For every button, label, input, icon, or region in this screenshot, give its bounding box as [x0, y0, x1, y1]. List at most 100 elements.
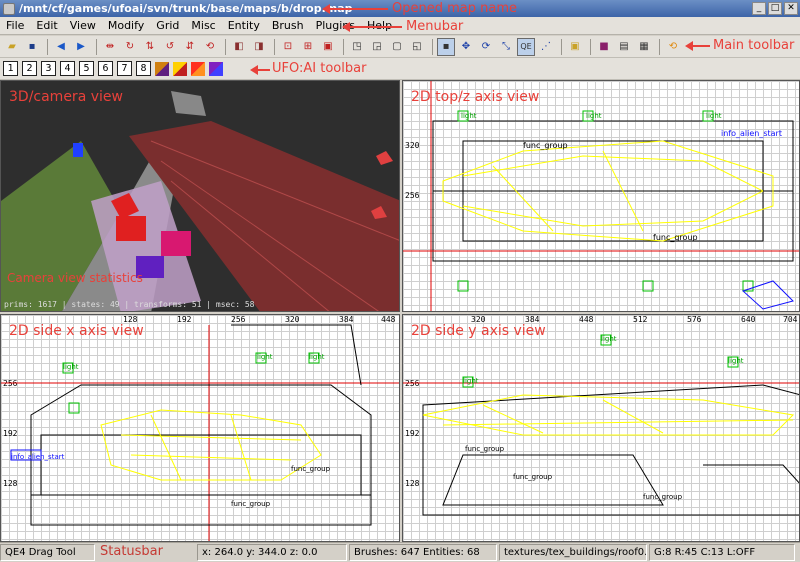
select-inside-icon[interactable]: ⊞: [299, 38, 317, 56]
vertex-icon[interactable]: ⋰: [537, 38, 555, 56]
statusbar: QE4 Drag Tool Statusbar x: 264.0 y: 344.…: [0, 542, 800, 562]
entity-label: func_group: [291, 465, 331, 473]
toolbar-separator: [47, 38, 48, 55]
menu-modify[interactable]: Modify: [102, 19, 150, 32]
entity-label: light: [63, 363, 79, 371]
csg-merge-icon[interactable]: ◨: [250, 38, 268, 56]
texture-lock-icon[interactable]: ◱: [408, 38, 426, 56]
scale-icon[interactable]: ⤡: [497, 38, 515, 56]
menu-grid[interactable]: Grid: [150, 19, 185, 32]
entity-label: func_group: [231, 500, 271, 508]
entity-label: func_group: [643, 493, 683, 501]
rotate-x-icon[interactable]: ↻: [121, 38, 139, 56]
ufo-toolbar: 1 2 3 4 5 6 7 8: [0, 58, 800, 80]
annotation-ufo-toolbar: UFO:AI toolbar: [272, 61, 367, 76]
open-folder-icon[interactable]: ▰: [3, 38, 21, 56]
level-2-button[interactable]: 2: [22, 61, 37, 76]
status-texture: textures/tex_buildings/roof0...: [499, 544, 647, 561]
refresh-icon[interactable]: ⟲: [664, 38, 682, 56]
toolbar-separator: [96, 38, 97, 55]
arrow-right-icon[interactable]: ▶: [72, 38, 90, 56]
level-3-button[interactable]: 3: [41, 61, 56, 76]
rotate-icon[interactable]: ⟳: [477, 38, 495, 56]
menu-entity[interactable]: Entity: [222, 19, 266, 32]
menu-edit[interactable]: Edit: [30, 19, 63, 32]
entity-label: light: [257, 353, 273, 361]
level-8-button[interactable]: 8: [136, 61, 151, 76]
level-6-button[interactable]: 6: [98, 61, 113, 76]
clipper-icon[interactable]: ◳: [348, 38, 366, 56]
annotation-arrow: [258, 69, 270, 71]
annotation-arrow: [692, 45, 710, 47]
actorclip-filter-icon[interactable]: [173, 61, 187, 76]
maximize-button[interactable]: □: [768, 2, 782, 15]
annotation-arrow-head: [342, 22, 350, 32]
save-icon[interactable]: ▪: [23, 38, 41, 56]
flip-y-icon[interactable]: ⇅: [141, 38, 159, 56]
status-grid: G:8 R:45 C:13 L:OFF: [649, 544, 795, 561]
rotate-y-icon[interactable]: ↺: [161, 38, 179, 56]
toolbar-separator: [343, 38, 344, 55]
level-4-button[interactable]: 4: [60, 61, 75, 76]
toolbar-separator: [225, 38, 226, 55]
side-y-view-title: 2D side y axis view: [411, 323, 546, 339]
hollow-icon[interactable]: ◲: [368, 38, 386, 56]
entity-label: light: [309, 353, 325, 361]
side-x-geometry: [1, 324, 399, 541]
annotation-arrow: [350, 26, 402, 28]
surface-inspector-icon[interactable]: ▦: [635, 38, 653, 56]
minimize-button[interactable]: _: [752, 2, 766, 15]
stepon-filter-icon[interactable]: [155, 61, 169, 76]
annotation-statusbar: Statusbar: [100, 544, 163, 559]
rotate-z-icon[interactable]: ⟲: [201, 38, 219, 56]
menu-brush[interactable]: Brush: [266, 19, 310, 32]
annotation-arrow: [330, 8, 388, 10]
entity-label: light: [706, 112, 722, 120]
cube-icon[interactable]: ▢: [388, 38, 406, 56]
annotation-camera-stats: Camera view statistics: [7, 271, 143, 285]
toolbar-separator: [274, 38, 275, 55]
entity-label: light: [728, 357, 744, 365]
window-title: /mnt/cf/games/ufoai/svn/trunk/base/maps/…: [19, 2, 353, 15]
arrow-left-icon[interactable]: ◀: [52, 38, 70, 56]
app-icon: [3, 2, 15, 15]
csg-subtract-icon[interactable]: ◧: [230, 38, 248, 56]
move-icon[interactable]: ✥: [457, 38, 475, 56]
close-button[interactable]: ✕: [784, 2, 798, 15]
top-view[interactable]: 256 320 2D top/z axis view func_group li…: [402, 80, 800, 312]
camera-view[interactable]: 3D/camera view Camera view statistics pr…: [0, 80, 400, 312]
flip-x-icon[interactable]: ⇹: [101, 38, 119, 56]
entity-label: light: [586, 112, 602, 120]
toolbar-separator: [561, 38, 562, 55]
select-touching-icon[interactable]: ⊡: [279, 38, 297, 56]
flip-z-icon[interactable]: ⇵: [181, 38, 199, 56]
camera-view-title: 3D/camera view: [9, 89, 123, 105]
entity-label: light: [601, 335, 617, 343]
annotation-arrow-head: [322, 4, 330, 14]
texture-browser-icon[interactable]: ■: [595, 38, 613, 56]
side-y-view[interactable]: 320 384 448 512 576 640 704 256 192 128 …: [402, 314, 800, 542]
entity-list-icon[interactable]: ▤: [615, 38, 633, 56]
level-1-button[interactable]: 1: [3, 61, 18, 76]
status-coordinates: x: 264.0 y: 344.0 z: 0.0: [197, 544, 347, 561]
toolbar-separator: [659, 38, 660, 55]
menu-misc[interactable]: Misc: [185, 19, 221, 32]
menu-view[interactable]: View: [64, 19, 102, 32]
level-5-button[interactable]: 5: [79, 61, 94, 76]
annotation-arrow-head: [250, 65, 258, 75]
menu-file[interactable]: File: [0, 19, 30, 32]
weaponclip-filter-icon[interactable]: [191, 61, 205, 76]
status-counts: Brushes: 647 Entities: 68: [349, 544, 497, 561]
qe-drag-tool-icon[interactable]: QE: [517, 37, 535, 56]
side-y-geometry: [403, 334, 799, 516]
toolbar-separator: [432, 38, 433, 55]
side-x-view[interactable]: 128 192 256 320 384 448 256 192 128 2D s…: [0, 314, 400, 542]
camera-stats: prims: 1617 | states: 49 | transforms: 5…: [4, 300, 255, 309]
annotation-arrow-head: [685, 41, 693, 51]
level-7-button[interactable]: 7: [117, 61, 132, 76]
annotation-menubar: Menubar: [406, 19, 464, 34]
camera-view-icon[interactable]: ▪: [437, 37, 455, 56]
nodraw-filter-icon[interactable]: [209, 61, 223, 76]
select-complete-icon[interactable]: ▣: [319, 38, 337, 56]
lock-icon[interactable]: ▣: [566, 38, 584, 56]
